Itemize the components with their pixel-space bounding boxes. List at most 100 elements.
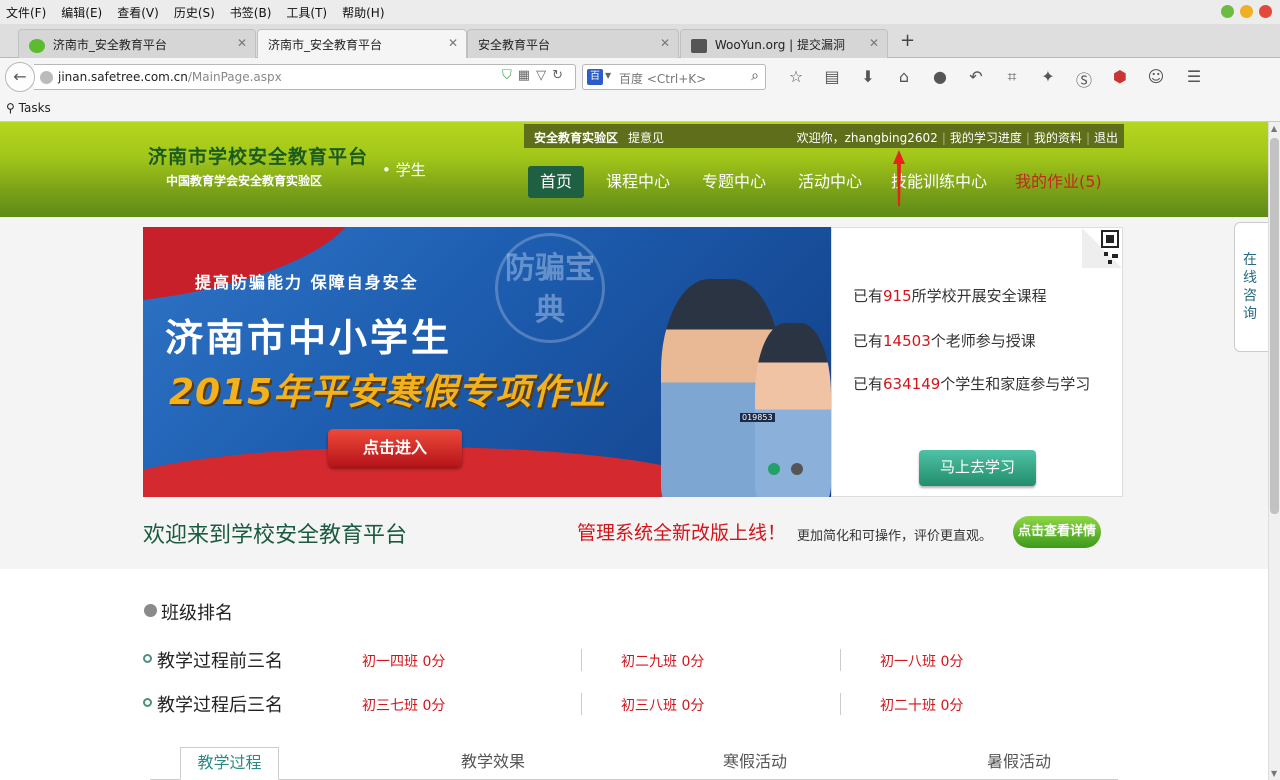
brand-title[interactable]: 济南市学校安全教育平台 xyxy=(148,142,368,169)
bookmark-tasks[interactable]: ⚲ Tasks xyxy=(6,101,51,115)
adblock-icon[interactable]: ⬢ xyxy=(1102,67,1138,91)
chat-icon[interactable]: ● xyxy=(922,67,958,91)
section-bullet-icon xyxy=(144,604,157,617)
emoji-icon[interactable]: ☺ xyxy=(1138,67,1174,91)
magnifier-icon: ⚲ xyxy=(6,101,15,115)
close-icon[interactable]: ✕ xyxy=(448,36,458,50)
promo-banner[interactable]: 防骗宝典 提高防骗能力 保障自身安全 济南市中小学生 2015年平安寒假专项作业… xyxy=(143,227,831,497)
welcome-heading: 欢迎来到学校安全教育平台 xyxy=(143,523,408,548)
window-controls xyxy=(1221,5,1272,18)
logout-link[interactable]: 退出 xyxy=(1094,131,1118,145)
bookmark-star-icon[interactable]: ☆ xyxy=(778,67,814,91)
home-icon[interactable]: ⌂ xyxy=(886,67,922,91)
slide-dot-2[interactable] xyxy=(791,463,803,475)
nav-home[interactable]: 首页 xyxy=(528,166,585,198)
tab-summer-activity[interactable]: 暑假活动 xyxy=(976,747,1062,780)
scroll-up-icon[interactable]: ▲ xyxy=(1271,124,1277,133)
banner-ribbon xyxy=(143,227,368,305)
dropdown-icon[interactable]: ▽ xyxy=(536,68,552,83)
url-bar[interactable]: jinan.safetree.com.cn/MainPage.aspx ⛉▦▽↻ xyxy=(34,64,576,90)
tab-strip: 济南市_安全教育平台 ✕ 济南市_安全教育平台 ✕ 安全教育平台 ✕ WooYu… xyxy=(0,24,1280,59)
stat-teachers: 已有14503个老师参与授课 xyxy=(853,332,1036,350)
slide-dot-1[interactable] xyxy=(768,463,780,475)
maximize-button[interactable] xyxy=(1221,5,1234,18)
menu-file[interactable]: 文件(F) xyxy=(6,4,46,21)
new-tab-button[interactable]: + xyxy=(900,30,915,51)
rank-label-bottom: 教学过程后三名 xyxy=(157,695,283,716)
feedback-link[interactable]: 提意见 xyxy=(628,129,664,146)
divider xyxy=(581,649,582,671)
top-user-bar: 安全教育实验区 提意见 欢迎你，zhangbing2602 | 我的学习进度 | 我的资… xyxy=(524,124,1124,148)
lab-link[interactable]: 安全教育实验区 xyxy=(534,129,618,146)
bullet-icon xyxy=(143,698,152,707)
extension-icon[interactable]: ✦ xyxy=(1030,67,1066,91)
menu-view[interactable]: 查看(V) xyxy=(117,4,159,21)
officer-badge: 019853 xyxy=(740,413,775,422)
banner-headline-year: 2015年平安寒假专项作业 xyxy=(169,372,607,413)
s-icon[interactable]: Ⓢ xyxy=(1066,67,1102,91)
ranking-title: 班级排名 xyxy=(161,603,233,624)
divider xyxy=(840,693,841,715)
nav-activities[interactable]: 活动中心 xyxy=(798,166,862,198)
view-details-button[interactable]: 点击查看详情 xyxy=(1013,516,1101,548)
red-arrow-annotation xyxy=(893,150,905,206)
search-icon[interactable]: ⌕ xyxy=(751,68,759,84)
shield-icon[interactable]: ⛉ xyxy=(502,68,518,83)
profile-link[interactable]: 我的资料 xyxy=(1034,131,1082,145)
qr-icon[interactable]: ▦ xyxy=(518,68,536,83)
reload-icon[interactable]: ↻ xyxy=(552,68,569,83)
url-text[interactable]: jinan.safetree.com.cn/MainPage.aspx xyxy=(58,70,282,84)
bookmarks-bar: ⚲ Tasks xyxy=(0,96,1280,122)
nav-homework[interactable]: 我的作业(5) xyxy=(1015,166,1102,198)
reading-list-icon[interactable]: ▤ xyxy=(814,67,850,91)
hamburger-menu-icon[interactable]: ☰ xyxy=(1176,67,1212,91)
rank-label-top: 教学过程前三名 xyxy=(157,651,283,672)
nav-skills[interactable]: 技能训练中心 xyxy=(891,166,987,198)
scroll-down-icon[interactable]: ▼ xyxy=(1271,769,1277,778)
tab-teaching-process[interactable]: 教学过程 xyxy=(180,747,279,780)
nav-bar: jinan.safetree.com.cn/MainPage.aspx ⛉▦▽↻… xyxy=(0,58,1280,96)
ranking-tabs: 教学过程 教学效果 寒假活动 暑假活动 xyxy=(150,747,1118,780)
engine-dropdown-icon[interactable]: ▼ xyxy=(605,71,611,80)
banner-headline: 济南市中小学生 xyxy=(165,316,453,360)
menu-help[interactable]: 帮助(H) xyxy=(342,4,384,21)
brand-subtitle: 中国教育学会安全教育实验区 xyxy=(166,174,323,188)
nav-courses[interactable]: 课程中心 xyxy=(606,166,670,198)
scroll-thumb[interactable] xyxy=(1270,138,1279,514)
tab-1[interactable]: 济南市_安全教育平台 ✕ xyxy=(18,29,256,58)
qr-code-icon[interactable] xyxy=(1082,228,1122,268)
baidu-icon[interactable]: 百 xyxy=(587,69,603,85)
tab-teaching-effect[interactable]: 教学效果 xyxy=(450,747,536,780)
online-consult-tab[interactable]: 在线咨询 xyxy=(1234,222,1268,352)
menu-edit[interactable]: 编辑(E) xyxy=(61,4,102,21)
tab-2-active[interactable]: 济南市_安全教育平台 ✕ xyxy=(257,29,467,59)
close-window-button[interactable] xyxy=(1259,5,1272,18)
enter-button[interactable]: 点击进入 xyxy=(328,429,462,467)
rank-cell: 初一四班 0分 xyxy=(362,654,446,670)
menu-tools[interactable]: 工具(T) xyxy=(286,4,327,21)
url-actions: ⛉▦▽↻ xyxy=(502,68,569,83)
back-button[interactable]: ← xyxy=(5,62,35,92)
undo-icon[interactable]: ↶ xyxy=(958,67,994,91)
tab-3[interactable]: 安全教育平台 ✕ xyxy=(467,29,679,58)
progress-link[interactable]: 我的学习进度 xyxy=(950,131,1022,145)
banner-slogan: 提高防骗能力 保障自身安全 xyxy=(195,273,419,292)
stat-students: 已有634149个学生和家庭参与学习 xyxy=(853,375,1091,393)
nav-topics[interactable]: 专题中心 xyxy=(702,166,766,198)
page-scrollbar[interactable]: ▲ ▼ xyxy=(1268,122,1280,780)
wechat-icon xyxy=(29,38,45,53)
search-bar[interactable]: 百 ▼ 百度 <Ctrl+K> ⌕ xyxy=(582,64,766,90)
menu-bar: 文件(F) 编辑(E) 查看(V) 历史(S) 书签(B) 工具(T) 帮助(H… xyxy=(0,0,1280,24)
menu-bookmarks[interactable]: 书签(B) xyxy=(230,4,272,21)
tab-4[interactable]: WooYun.org | 提交漏洞 ✕ xyxy=(680,29,888,58)
close-icon[interactable]: ✕ xyxy=(660,36,670,50)
download-icon[interactable]: ⬇ xyxy=(850,67,886,91)
close-icon[interactable]: ✕ xyxy=(237,36,247,50)
minimize-button[interactable] xyxy=(1240,5,1253,18)
crop-icon[interactable]: ⌗ xyxy=(994,67,1030,91)
start-learning-button[interactable]: 马上去学习 xyxy=(919,450,1036,486)
tab-winter-activity[interactable]: 寒假活动 xyxy=(712,747,798,780)
menu-history[interactable]: 历史(S) xyxy=(174,4,215,21)
divider xyxy=(840,649,841,671)
close-icon[interactable]: ✕ xyxy=(869,36,879,50)
